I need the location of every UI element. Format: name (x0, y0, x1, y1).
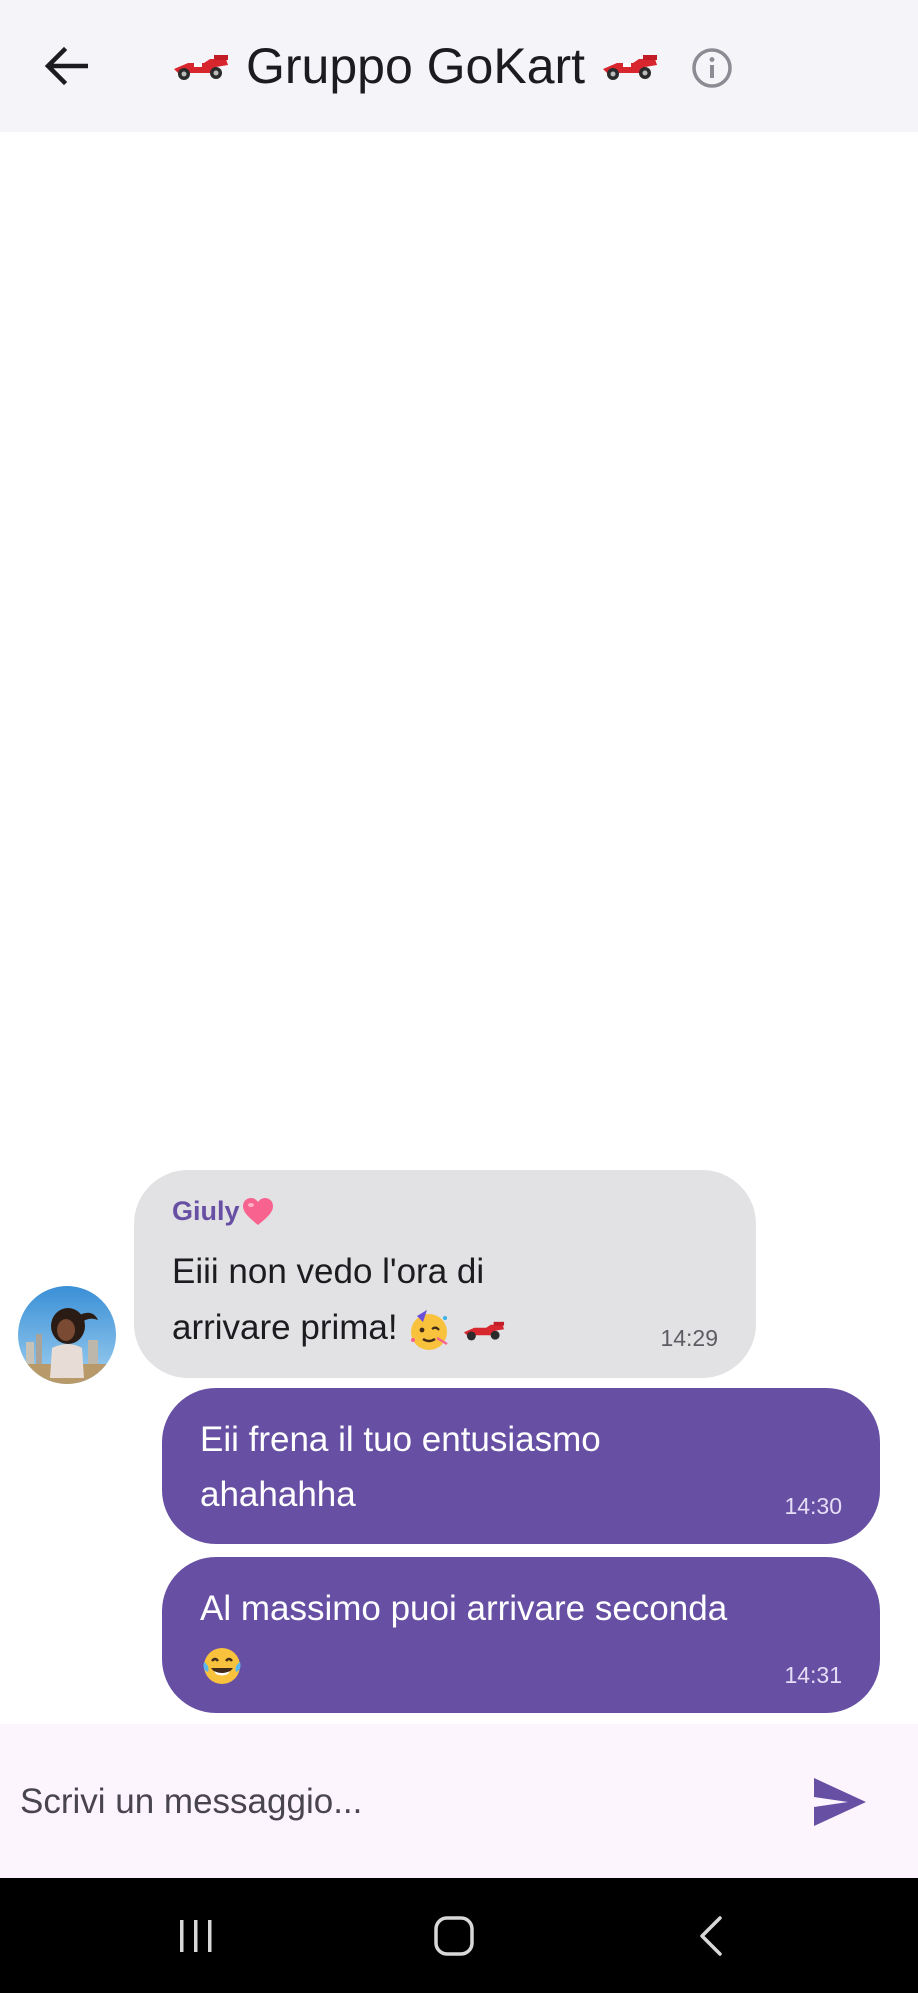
home-button[interactable] (424, 1906, 484, 1966)
sender-name-text: Giuly (172, 1196, 240, 1226)
chat-title[interactable]: Gruppo GoKart (170, 30, 661, 102)
info-button[interactable] (690, 46, 734, 90)
message-bubble-incoming[interactable]: Giuly Eiii non vedo l'ora di arrivare pr… (134, 1170, 756, 1378)
message-bubble-outgoing[interactable]: Eii frena il tuo entusiasmo ahahahha 14:… (162, 1388, 880, 1544)
message-timestamp: 14:31 (784, 1662, 842, 1688)
avatar-photo (18, 1286, 116, 1384)
racing-car-icon (174, 55, 228, 80)
racing-car-icon (603, 55, 658, 80)
message-text: Al massimo puoi arrivare seconda (200, 1581, 760, 1691)
message-text: Eiii non vedo l'ora di arrivare prima! (172, 1244, 602, 1356)
back-button[interactable] (36, 36, 96, 96)
message-input[interactable] (20, 1764, 760, 1840)
home-icon (434, 1916, 474, 1956)
laughing-tears-icon (203, 1647, 241, 1684)
message-bubble-outgoing[interactable]: Al massimo puoi arrivare seconda 14:31 (162, 1557, 880, 1713)
pink-heart-icon (242, 1197, 273, 1225)
recents-button[interactable] (166, 1906, 226, 1966)
sender-name[interactable]: Giuly (172, 1196, 274, 1227)
message-timestamp: 14:30 (784, 1493, 842, 1519)
partying-face-icon (411, 1309, 448, 1350)
racing-car-icon (464, 1321, 505, 1341)
send-button[interactable] (812, 1776, 868, 1828)
system-navigation-bar (0, 1878, 918, 1993)
app-bar: Gruppo GoKart (0, 0, 918, 132)
info-circle-icon (692, 48, 732, 88)
nav-back-button[interactable] (682, 1906, 742, 1966)
message-text-content: Al massimo puoi arrivare seconda (200, 1589, 728, 1628)
send-icon (814, 1778, 866, 1826)
message-timestamp: 14:29 (660, 1325, 718, 1351)
message-text: Eii frena il tuo entusiasmo ahahahha (200, 1420, 601, 1514)
recents-icon (180, 1920, 212, 1952)
nav-back-icon (700, 1916, 722, 1956)
chat-title-text: Gruppo GoKart (246, 38, 586, 94)
message-composer (0, 1724, 918, 1878)
avatar[interactable] (18, 1286, 116, 1384)
arrow-left-icon (44, 46, 88, 86)
